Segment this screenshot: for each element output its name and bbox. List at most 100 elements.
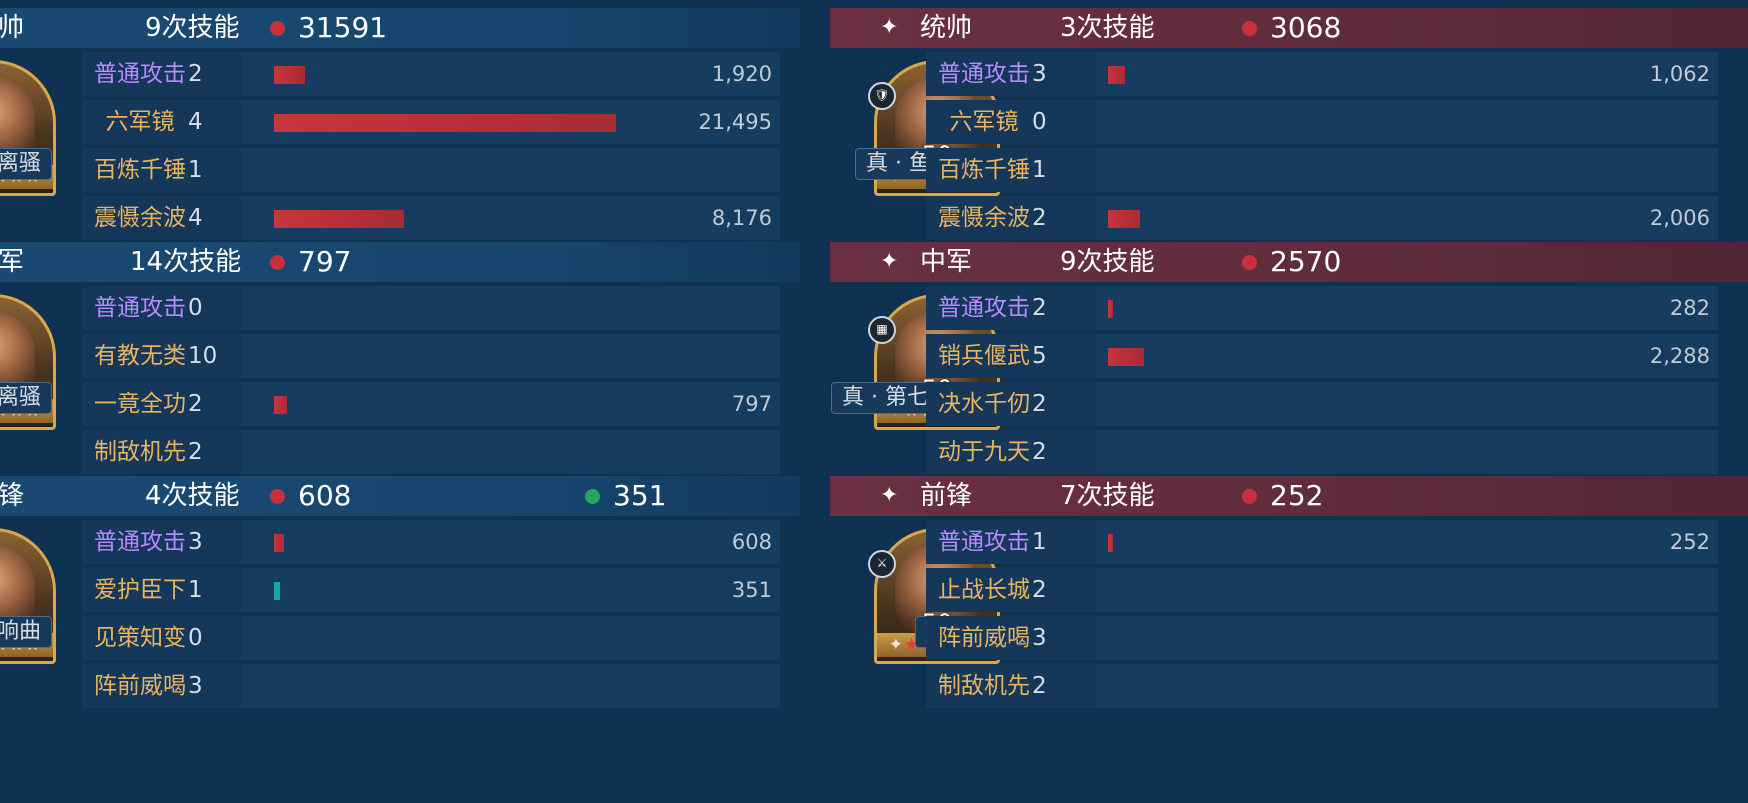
- skill-count: 14次技能: [130, 247, 242, 277]
- damage-total: 252: [1242, 476, 1323, 516]
- skill-name: 有教无类: [94, 343, 186, 369]
- skill-name: 普通攻击: [938, 529, 1030, 555]
- damage-value: 252: [1669, 530, 1710, 554]
- general-portrait[interactable]: 0✦★★★★★: [0, 60, 60, 210]
- skill-row: 普通攻击 2 282: [926, 286, 1718, 330]
- general-section: ✦统帅3次技能306850✦★★★★★🛡真 · 鱼肠剑普通攻击31,062六军镜…: [830, 0, 1748, 262]
- damage-total: 797: [270, 242, 351, 282]
- skill-name: 六军镜: [949, 109, 1019, 135]
- row-bar-track: [242, 616, 780, 660]
- star-icon: ✦: [880, 15, 899, 40]
- skill-name: 普通攻击: [94, 61, 186, 87]
- skill-name: 阵前威喝: [938, 625, 1030, 651]
- row-bar-track: [242, 520, 780, 564]
- skill-row: 百炼千锤 1: [926, 148, 1718, 192]
- damage-value: 282: [1669, 296, 1710, 320]
- row-bar-track: [1096, 286, 1718, 330]
- skill-row: 见策知变 0: [82, 616, 780, 660]
- row-bar-track: [242, 286, 780, 330]
- damage-bar: [1108, 300, 1113, 318]
- skill-row: 普通攻击 0: [82, 286, 780, 330]
- skill-row: 一竟全功 2 797: [82, 382, 780, 426]
- equipment-label[interactable]: 离骚: [0, 148, 52, 180]
- equipment-label[interactable]: 七交响曲: [0, 616, 52, 648]
- row-bar-track: [1096, 334, 1718, 378]
- general-header: 锋 4次技能 608 351: [0, 476, 800, 516]
- skill-count: 9次技能: [1060, 247, 1155, 277]
- general-header: 帅 9次技能 31591: [0, 8, 800, 48]
- row-bar-track: [1096, 664, 1718, 708]
- skill-count: 0: [188, 295, 203, 321]
- skill-count: 1: [188, 577, 203, 603]
- damage-value: 797: [731, 392, 772, 416]
- skill-row: 有教无类 10: [82, 334, 780, 378]
- general-section: 锋4次技能6083510✦★★★★★七交响曲普通攻击3608爱护臣下1351见策…: [0, 468, 800, 730]
- damage-bar: [274, 66, 305, 84]
- row-bar-track: [242, 382, 780, 426]
- skill-count: 2: [1032, 391, 1047, 417]
- skill-row: 决水千仞 2: [926, 382, 1718, 426]
- skill-name: 六军镜: [105, 109, 175, 135]
- skill-count: 0: [1032, 109, 1047, 135]
- skill-row: 六军镜 4 21,495: [82, 100, 780, 144]
- role-label: 锋: [0, 481, 25, 511]
- general-portrait[interactable]: 0✦★★★★★: [0, 528, 60, 678]
- damage-bar: [1108, 66, 1125, 84]
- damage-total: 608: [270, 476, 351, 516]
- damage-bar: [274, 534, 284, 552]
- equipment-label[interactable]: 离骚: [0, 382, 52, 414]
- skill-count: 4次技能: [145, 481, 240, 511]
- row-bar-track: [1096, 100, 1718, 144]
- skill-count: 3次技能: [1060, 13, 1155, 43]
- skill-name: 一竟全功: [94, 391, 186, 417]
- damage-value: 608: [731, 530, 772, 554]
- skill-count: 2: [188, 391, 203, 417]
- row-bar-track: [1096, 520, 1718, 564]
- skill-name: 见策知变: [94, 625, 186, 651]
- skill-row: 销兵偃武 5 2,288: [926, 334, 1718, 378]
- damage-bar: [274, 210, 404, 228]
- damage-bar: [1108, 210, 1140, 228]
- general-section: ✦中军9次技能257050✦★★★★★▦真 · 第七交响曲普通攻击2282销兵偃…: [830, 234, 1748, 496]
- role-label: 中军: [920, 247, 973, 277]
- skill-name: 制敌机先: [938, 673, 1030, 699]
- general-portrait[interactable]: 0✦★★★★★: [0, 294, 60, 444]
- damage-value: 1,920: [711, 62, 772, 86]
- damage-value: 21,495: [698, 110, 772, 134]
- damage-value: 2,288: [1649, 344, 1710, 368]
- skill-count: 3: [188, 673, 203, 699]
- troop-type-icon: ⚔: [868, 550, 896, 578]
- damage-total: 31591: [270, 8, 387, 48]
- skill-name: 普通攻击: [938, 61, 1030, 87]
- row-bar-track: [242, 52, 780, 96]
- heal-total: 351: [585, 476, 666, 516]
- skill-row: 普通攻击 1 252: [926, 520, 1718, 564]
- skill-name: 百炼千锤: [938, 157, 1030, 183]
- row-bar-track: [1096, 382, 1718, 426]
- role-label: 统帅: [920, 13, 973, 43]
- skill-row: 爱护臣下 1 351: [82, 568, 780, 612]
- skill-count: 9次技能: [145, 13, 240, 43]
- skill-count: 2: [1032, 577, 1047, 603]
- skill-row: 普通攻击 3 1,062: [926, 52, 1718, 96]
- right-team-panel: ✦统帅3次技能306850✦★★★★★🛡真 · 鱼肠剑普通攻击31,062六军镜…: [830, 0, 1748, 803]
- skill-name: 决水千仞: [938, 391, 1030, 417]
- skill-row: 六军镜 0: [926, 100, 1718, 144]
- skill-name: 普通攻击: [94, 295, 186, 321]
- skill-count: 7次技能: [1060, 481, 1155, 511]
- damage-bar: [274, 582, 280, 600]
- skill-count: 0: [188, 625, 203, 651]
- skill-count: 1: [1032, 157, 1047, 183]
- row-bar-track: [1096, 616, 1718, 660]
- star-icon: ✦: [880, 249, 899, 274]
- row-bar-track: [242, 334, 780, 378]
- skill-row: 普通攻击 2 1,920: [82, 52, 780, 96]
- skill-row: 阵前威喝 3: [926, 616, 1718, 660]
- damage-bar: [274, 114, 616, 132]
- general-section: 军14次技能7970✦★★★★★离骚普通攻击0有教无类10一竟全功2797制敌机…: [0, 234, 800, 496]
- row-bar-track: [242, 148, 780, 192]
- troop-type-icon: ▦: [868, 316, 896, 344]
- role-label: 前锋: [920, 481, 973, 511]
- general-header: ✦ 统帅 3次技能 3068: [830, 8, 1748, 48]
- row-bar-track: [1096, 148, 1718, 192]
